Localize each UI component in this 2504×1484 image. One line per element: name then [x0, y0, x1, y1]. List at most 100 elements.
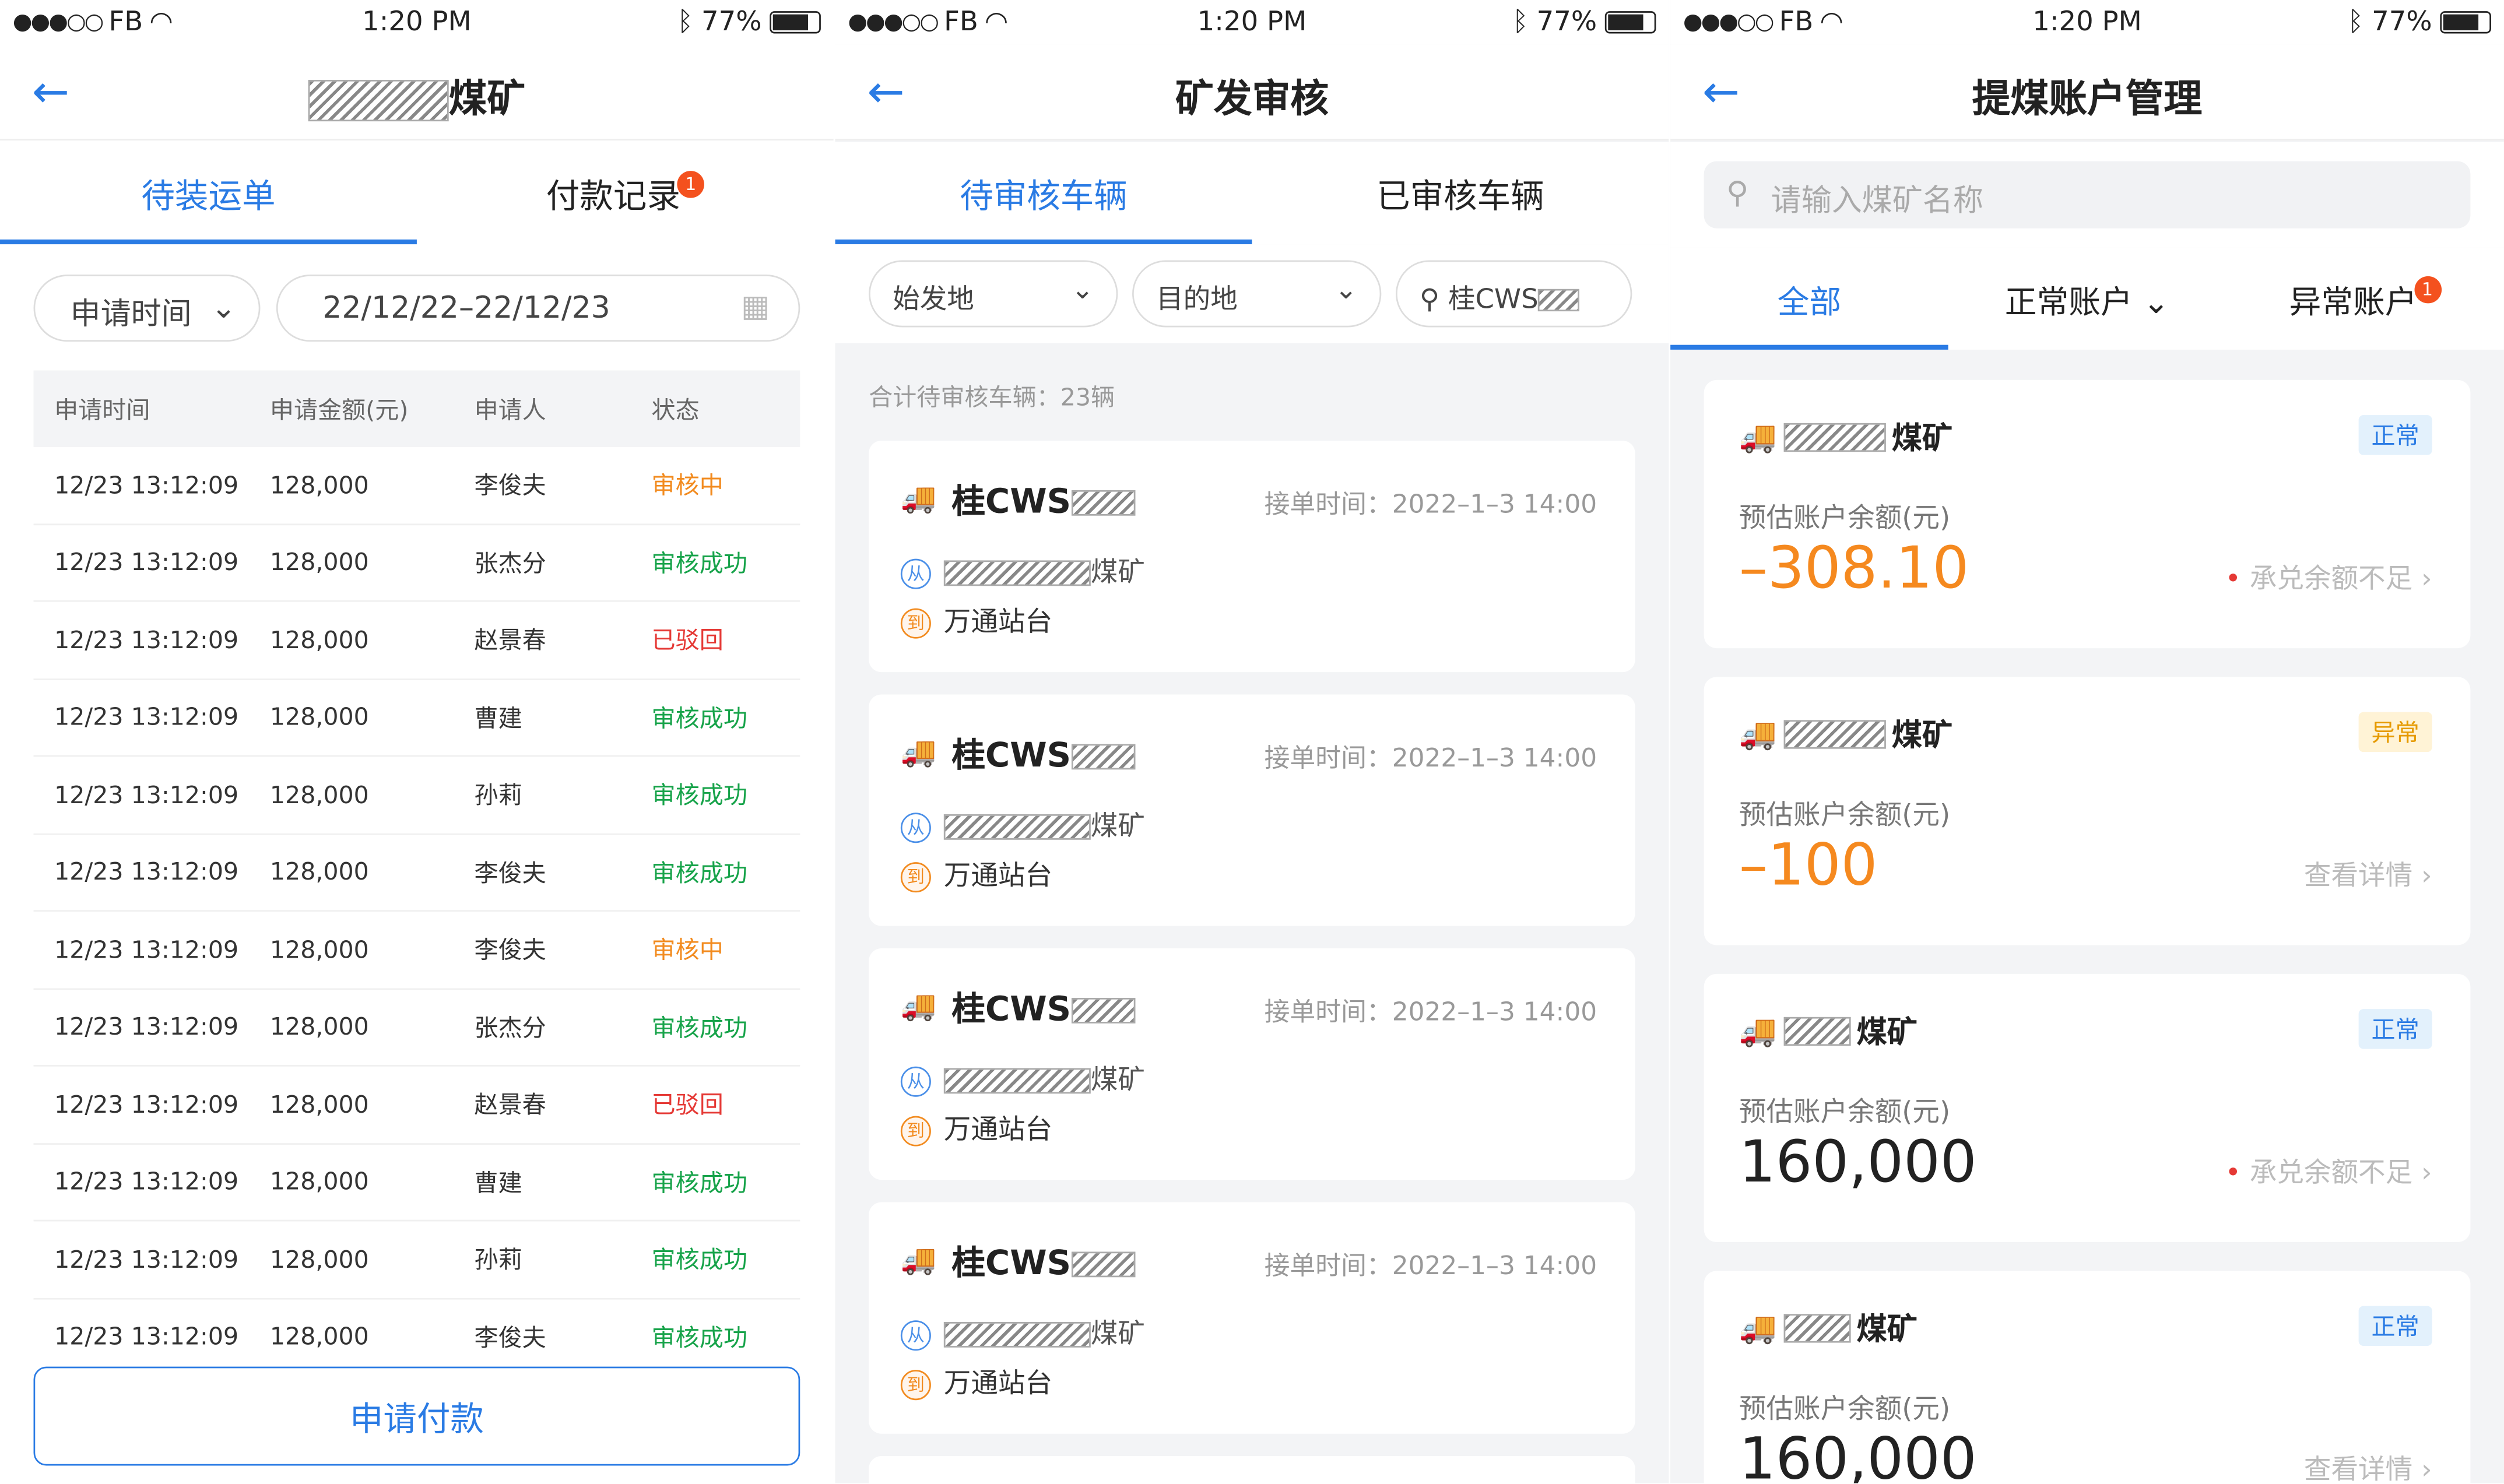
from-icon: 从 [900, 1066, 931, 1097]
plate-search-input[interactable]: ⚲ 桂CWS [1395, 260, 1632, 328]
warning-dot-icon: • [2225, 563, 2250, 596]
notification-badge: 1 [2414, 276, 2441, 304]
chevron-right-icon: › [2421, 1454, 2432, 1483]
plate-number: 桂CWS [952, 983, 1135, 1031]
screen-payment-records: ●●●○○ FB ◠ 1:20 PM ᛒ 77% ← 煤矿 待装运单 付款记录 1 申请… [0, 0, 834, 1483]
redacted-mine [1783, 1016, 1850, 1045]
vehicle-card[interactable]: 🚚 桂CWS 接单时间：2022–1–3 14:00 从煤矿 到万通站台 [869, 694, 1635, 926]
tab-pending-vehicles[interactable]: 待审核车辆 [835, 142, 1252, 245]
status-label: 已驳回 [651, 1091, 724, 1120]
redacted-mine [943, 1321, 1091, 1348]
tab-pending-waybills[interactable]: 待装运单 [0, 142, 417, 245]
balance-amount: 160,000 [1739, 1427, 1977, 1483]
cell-applicant: 李俊夫 [474, 471, 546, 501]
status-label: 审核成功 [651, 704, 747, 733]
account-card[interactable]: 🚚 煤矿 正常 预估账户余额(元) –308.10 • 承兑余额不足 › [1704, 379, 2471, 649]
origin-line: 从煤矿 [900, 549, 1145, 589]
page-title: 矿发审核 [1175, 76, 1329, 122]
bluetooth-icon: ᛒ [2347, 6, 2364, 38]
table-row[interactable]: 12/23 13:12:09 128,000 李俊夫 审核中 [33, 912, 800, 989]
table-row[interactable]: 12/23 13:12:09 128,000 孙莉 审核成功 [33, 1221, 800, 1299]
mine-search-input[interactable]: ⚲ 请输入煤矿名称 [1704, 161, 2471, 228]
account-name: 🚚 煤矿 [1739, 415, 1952, 458]
account-card[interactable]: 🚚 煤矿 正常 预估账户余额(元) 160,000 查看详情 › [1704, 1271, 2471, 1483]
destination-select[interactable]: 目的地 ⌄ [1132, 260, 1382, 328]
status-label: 审核成功 [651, 1013, 747, 1042]
tab-abnormal-accounts[interactable]: 异常账户 1 [2226, 248, 2504, 350]
vehicle-card[interactable]: 🚚 桂CWS 接单时间：2022–1–3 14:00 从煤矿 到万通站台 [869, 1202, 1635, 1434]
card-link[interactable]: 查看详情 › [2304, 1447, 2432, 1483]
vehicle-card[interactable]: 🚚 桂CWS 接单时间：2022–1–3 14:00 从煤矿 到万通站台 [869, 440, 1635, 673]
cell-time: 12/23 13:12:09 [54, 702, 239, 732]
battery-icon [2440, 11, 2491, 34]
table-row[interactable]: 12/23 13:12:09 128,000 李俊夫 审核成功 [33, 1299, 800, 1377]
balance-label: 预估账户余额(元) [1739, 1394, 1951, 1426]
table-row[interactable]: 12/23 13:12:09 128,000 孙莉 审核成功 [33, 757, 800, 835]
status-label: 已驳回 [651, 626, 724, 655]
balance-label: 预估账户余额(元) [1739, 1096, 1951, 1129]
status-badge: 正常 [2358, 1009, 2432, 1049]
status-badge: 正常 [2358, 415, 2432, 455]
table-row[interactable]: 12/23 13:12:09 128,000 李俊夫 审核中 [33, 447, 800, 525]
card-link[interactable]: 查看详情 › [2304, 853, 2432, 892]
tab-reviewed-vehicles[interactable]: 已审核车辆 [1252, 142, 1669, 244]
cell-amount: 128,000 [269, 1012, 369, 1042]
status-badge: 异常 [2358, 712, 2432, 752]
table-row[interactable]: 12/23 13:12:09 128,000 李俊夫 审核成功 [33, 834, 800, 912]
cell-time: 12/23 13:12:09 [54, 935, 239, 964]
account-card[interactable]: 🚚 煤矿 异常 预估账户余额(元) –100 查看详情 › [1704, 677, 2471, 945]
status-label: 审核成功 [651, 1168, 747, 1197]
cell-amount: 128,000 [269, 780, 369, 810]
table-row[interactable]: 12/23 13:12:09 128,000 张杰分 审核成功 [33, 989, 800, 1067]
cell-applicant: 赵景春 [474, 1091, 546, 1120]
redacted-plate [1071, 997, 1135, 1024]
cell-time: 12/23 13:12:09 [54, 1322, 239, 1351]
balance-label: 预估账户余额(元) [1739, 502, 1951, 535]
redacted-name [308, 79, 449, 122]
column-header: 申请时间 [54, 395, 150, 424]
page-title: 提煤账户管理 [1972, 76, 2203, 122]
tab-payment-records[interactable]: 付款记录 1 [417, 142, 834, 244]
time-field-select[interactable]: 申请时间 ⌄ [33, 275, 261, 342]
redacted-plate [1538, 289, 1580, 312]
chevron-right-icon: › [2421, 563, 2432, 596]
cell-amount: 128,000 [269, 1322, 369, 1351]
chevron-right-icon: › [2421, 1157, 2432, 1190]
card-link[interactable]: • 承兑余额不足 › [2225, 555, 2432, 596]
table-row[interactable]: 12/23 13:12:09 128,000 赵景春 已驳回 [33, 1067, 800, 1144]
table-row[interactable]: 12/23 13:12:09 128,000 曹建 审核成功 [33, 679, 800, 757]
cell-applicant: 赵景春 [474, 626, 546, 655]
table-row[interactable]: 12/23 13:12:09 128,000 张杰分 审核成功 [33, 525, 800, 602]
tab-normal-accounts[interactable]: 正常账户 ⌄ [1948, 248, 2226, 350]
plate-number: 桂CWS [952, 1237, 1135, 1285]
tab-all[interactable]: 全部 [1670, 248, 1948, 350]
destination-line: 到万通站台 [900, 1360, 1052, 1401]
from-icon: 从 [900, 813, 931, 843]
redacted-mine [943, 1068, 1091, 1094]
from-icon: 从 [900, 1320, 931, 1351]
table-header: 申请时间 申请金额(元) 申请人 状态 [33, 370, 800, 447]
balance-label: 预估账户余额(元) [1739, 800, 1951, 832]
account-name: 🚚 煤矿 [1739, 712, 1952, 755]
table-row[interactable]: 12/23 13:12:09 128,000 曹建 审核成功 [33, 1144, 800, 1222]
apply-payment-button[interactable]: 申请付款 [33, 1366, 800, 1466]
table-row[interactable]: 12/23 13:12:09 128,000 赵景春 已驳回 [33, 602, 800, 680]
cell-applicant: 曹建 [474, 704, 522, 733]
truck-icon: 🚚 [900, 1243, 937, 1278]
card-link[interactable]: • 承兑余额不足 › [2225, 1149, 2432, 1190]
status-label: 审核成功 [651, 858, 747, 888]
origin-select[interactable]: 始发地 ⌄ [869, 260, 1118, 328]
cell-amount: 128,000 [269, 470, 369, 500]
balance-amount: –308.10 [1739, 536, 1969, 602]
nav-bar: ← 煤矿 [0, 44, 834, 141]
cell-amount: 128,000 [269, 702, 369, 732]
warning-dot-icon: • [2225, 1157, 2250, 1190]
date-range-picker[interactable]: 22/12/22–22/12/23 ▦ [276, 275, 800, 342]
account-card[interactable]: 🚚 煤矿 正常 预估账户余额(元) 160,000 • 承兑余额不足 › [1704, 973, 2471, 1243]
order-time: 接单时间：2022–1–3 14:00 [1264, 488, 1597, 519]
status-bar: ●●●○○ FB ◠ 1:20 PM ᛒ 77% [0, 0, 834, 45]
plate-number: 桂CWS [952, 730, 1135, 778]
nav-bar: ← 提煤账户管理 [1670, 44, 2504, 141]
order-time: 接单时间：2022–1–3 14:00 [1264, 742, 1597, 773]
vehicle-card[interactable]: 🚚 桂CWS 接单时间：2022–1–3 14:00 从煤矿 到万通站台 [869, 948, 1635, 1180]
